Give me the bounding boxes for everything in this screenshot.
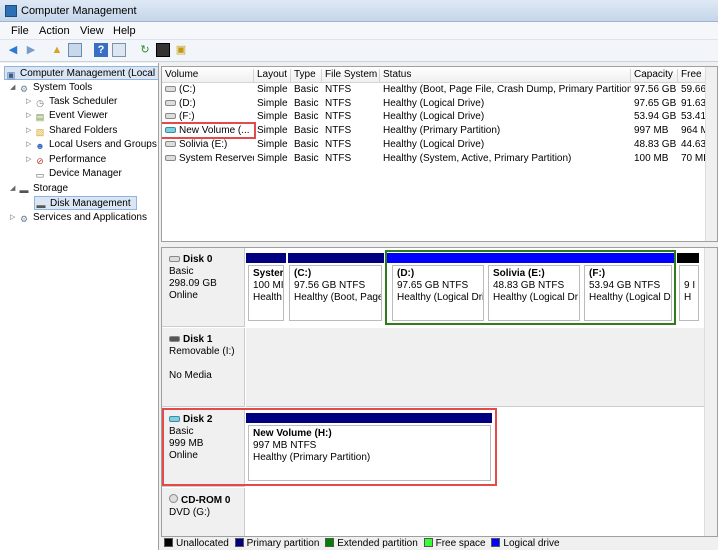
partition-c[interactable]: (C:) 97.56 GB NTFS Healthy (Boot, Page [289, 265, 382, 321]
graph-scrollbar[interactable] [704, 248, 717, 536]
logical-drive-swatch [491, 538, 501, 547]
window-title: Computer Management [21, 5, 137, 17]
column-file-system[interactable]: File System [322, 69, 380, 83]
performance-icon: ⊘ [36, 156, 44, 166]
partition-unlabeled[interactable]: 9 IH [679, 265, 699, 321]
primary-partition-swatch [234, 538, 244, 547]
highlight-box [162, 408, 497, 486]
refresh-icon[interactable]: ↻ [138, 43, 152, 57]
partition-system-reserved[interactable]: Syster 100 MI Health [248, 265, 284, 321]
expand-arrow-icon[interactable]: ▷ [26, 153, 34, 167]
partition-bar [677, 253, 699, 263]
menu-bar: File Action View Help [0, 22, 718, 40]
forward-arrow-icon[interactable]: ▶ [24, 43, 38, 57]
clock-icon: ◷ [36, 98, 44, 108]
expand-arrow-icon[interactable]: ▷ [26, 95, 34, 109]
back-arrow-icon[interactable]: ◀ [6, 43, 20, 57]
up-folder-icon[interactable]: ▲ [50, 43, 64, 57]
partition-e[interactable]: Solivia (E:) 48.83 GB NTFS Healthy (Logica… [488, 265, 580, 321]
collapse-arrow-icon[interactable]: ◢ [10, 182, 18, 196]
shared-folder-icon: ▧ [35, 127, 45, 137]
drive-icon [165, 100, 176, 106]
partition-f[interactable]: (F:) 53.94 GB NTFS Healthy (Logical D [584, 265, 672, 321]
disk-graphical-view: Disk 0 Basic 298.09 GB Online Syster 100 … [161, 247, 718, 537]
menu-help[interactable]: Help [113, 25, 136, 37]
expand-arrow-icon[interactable]: ▷ [26, 124, 34, 138]
event-viewer-icon: ▤ [35, 112, 45, 122]
column-volume[interactable]: Volume [162, 69, 254, 83]
collapse-arrow-icon[interactable]: ◢ [10, 81, 18, 95]
users-icon: ☻ [35, 141, 45, 151]
disk-management-icon: ▬ [36, 200, 46, 210]
menu-action[interactable]: Action [39, 25, 70, 37]
column-layout[interactable]: Layout [254, 69, 291, 83]
volume-row[interactable]: (C:) Simple Basic NTFS Healthy (Boot, Pa… [162, 83, 717, 96]
tree-event-viewer[interactable]: ▷ ▤ Event Viewer [26, 109, 108, 123]
volume-list: Volume Layout Type File System Status Ca… [161, 66, 718, 242]
details-icon[interactable]: ▣ [174, 43, 188, 57]
services-icon: ⚙ [19, 214, 29, 224]
cd-icon [169, 494, 178, 503]
extended-partition-swatch [325, 538, 335, 547]
disk-1-label[interactable]: Disk 1 Removable (I:) No Media [162, 328, 245, 407]
toolbar: ◀ ▶ ▲ ? ↻ ▣ [0, 40, 718, 62]
tree-device-manager[interactable]: ▭ Device Manager [34, 167, 122, 181]
tree-services-applications[interactable]: ▷ ⚙ Services and Applications [10, 211, 147, 225]
partition-bar [288, 253, 384, 263]
computer-icon: ▣ [6, 70, 16, 80]
tools-icon: ⚙ [19, 84, 29, 94]
expand-arrow-icon[interactable]: ▷ [10, 211, 18, 225]
tree-computer-management[interactable]: ▣ Computer Management (Local [4, 66, 158, 80]
unallocated-swatch [164, 538, 173, 547]
tree-local-users[interactable]: ▷ ☻ Local Users and Groups [26, 138, 157, 152]
expand-arrow-icon[interactable]: ▷ [26, 109, 34, 123]
tree-disk-management[interactable]: ▬ Disk Management [34, 196, 137, 210]
free-space-swatch [423, 538, 433, 547]
drive-icon [165, 141, 176, 147]
removable-disk-icon [169, 336, 180, 342]
expand-arrow-icon[interactable]: ▷ [26, 138, 34, 152]
partition-bar [246, 253, 286, 263]
disk-icon [169, 256, 180, 262]
menu-view[interactable]: View [80, 25, 104, 37]
drive-icon [165, 86, 176, 92]
title-bar: Computer Management [0, 0, 718, 22]
properties-icon[interactable] [112, 43, 126, 57]
menu-file[interactable]: File [11, 25, 29, 37]
drive-icon [165, 113, 176, 119]
help-icon[interactable]: ? [94, 43, 108, 57]
computer-management-icon [5, 5, 17, 17]
column-type[interactable]: Type [291, 69, 322, 83]
column-capacity[interactable]: Capacity [631, 69, 678, 83]
volume-list-scrollbar[interactable] [705, 67, 717, 241]
storage-icon: ▬ [19, 185, 29, 195]
cdrom-0-label[interactable]: CD-ROM 0 DVD (G:) [162, 488, 245, 536]
volume-row[interactable]: System Reserved Simple Basic NTFS Health… [162, 152, 717, 165]
navigation-tree: ▣ Computer Management (Local ◢ ⚙ System Too… [0, 63, 159, 550]
column-status[interactable]: Status [380, 69, 631, 83]
tree-performance[interactable]: ▷ ⊘ Performance [26, 153, 106, 167]
volume-row[interactable]: Solivia (E:) Simple Basic NTFS Healthy (… [162, 138, 717, 151]
disk-1-empty-area [246, 328, 704, 407]
tree-system-tools[interactable]: ◢ ⚙ System Tools [10, 81, 92, 95]
drive-icon [165, 155, 176, 161]
partition-d[interactable]: (D:) 97.65 GB NTFS Healthy (Logical Dri [392, 265, 484, 321]
highlight-box [162, 122, 256, 139]
volume-row[interactable]: (D:) Simple Basic NTFS Healthy (Logical … [162, 97, 717, 110]
tree-storage[interactable]: ◢ ▬ Storage [10, 182, 68, 196]
show-hide-tree-icon[interactable] [68, 43, 82, 57]
legend: Unallocated Primary partition Extended p… [161, 537, 718, 550]
tree-task-scheduler[interactable]: ▷ ◷ Task Scheduler [26, 95, 117, 109]
export-icon[interactable] [156, 43, 170, 57]
volume-list-header: Volume Layout Type File System Status Ca… [162, 67, 717, 83]
tree-shared-folders[interactable]: ▷ ▧ Shared Folders [26, 124, 117, 138]
device-manager-icon: ▭ [35, 170, 45, 180]
disk-0-label[interactable]: Disk 0 Basic 298.09 GB Online [162, 248, 245, 327]
